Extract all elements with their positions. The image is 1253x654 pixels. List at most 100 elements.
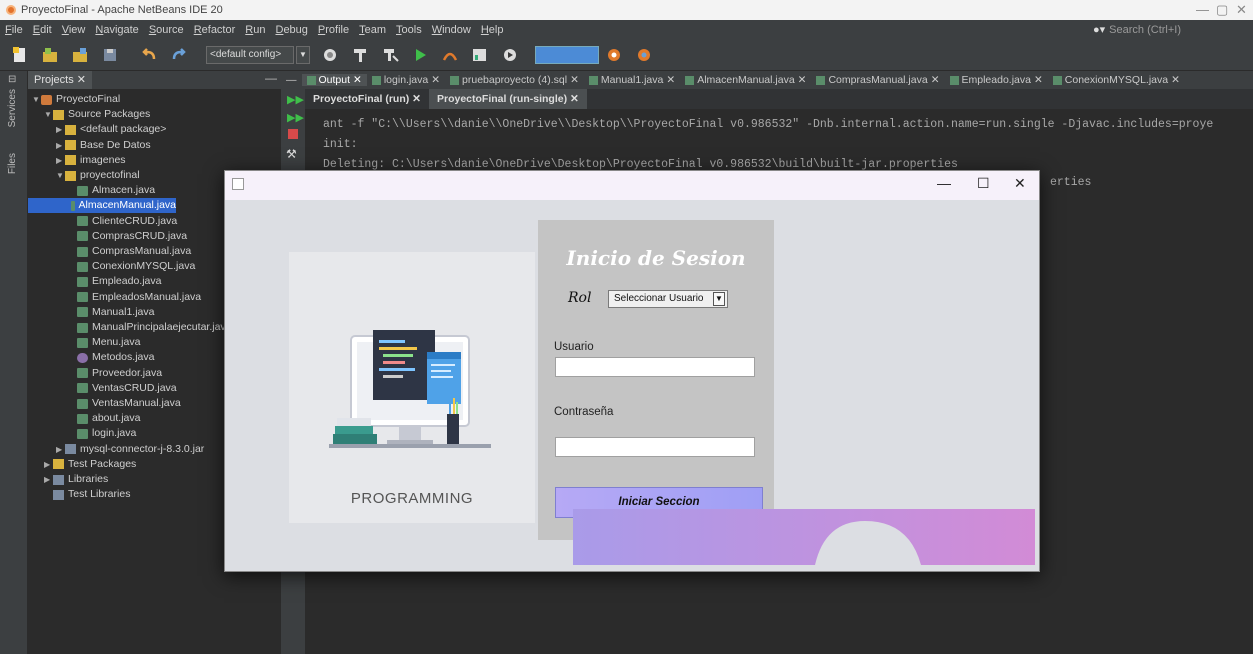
tree-item[interactable]: EmpleadosManual.java — [68, 290, 201, 305]
open-project-icon[interactable] — [70, 45, 90, 65]
save-all-icon[interactable] — [100, 45, 120, 65]
close-tab-icon[interactable]: ✕ — [431, 74, 440, 86]
editor-tab[interactable]: Manual1.java ✕ — [584, 74, 680, 86]
editor-tab[interactable]: login.java ✕ — [367, 74, 445, 86]
config-dropdown-icon[interactable]: ▼ — [296, 45, 310, 64]
tree-item[interactable]: ▶ Base De Datos — [56, 138, 151, 153]
tree-item[interactable]: ▶ mysql-connector-j-8.3.0.jar — [56, 442, 204, 457]
rerun-icon[interactable]: ▶▶ — [287, 93, 304, 106]
dialog-close-icon[interactable]: ✕ — [1014, 175, 1026, 192]
restore-icon[interactable]: ▢ — [1216, 2, 1228, 18]
output-tab-run[interactable]: ProyectoFinal (run) ✕ — [305, 89, 429, 109]
tree-item[interactable]: Test Libraries — [44, 487, 130, 502]
password-input[interactable] — [555, 437, 755, 457]
gc-secondary-icon[interactable] — [634, 45, 654, 65]
menu-edit[interactable]: Edit — [28, 24, 57, 36]
tree-item[interactable]: ClienteCRUD.java — [68, 214, 177, 229]
close-tab-icon[interactable]: ✕ — [798, 74, 807, 86]
tree-item[interactable]: ▶ <default package> — [56, 122, 166, 137]
profile-icon[interactable] — [470, 45, 490, 65]
menu-run[interactable]: Run — [240, 24, 270, 36]
menu-team[interactable]: Team — [354, 24, 391, 36]
tree-caret-icon[interactable]: ▶ — [56, 138, 65, 153]
editor-tab[interactable]: AlmacenManual.java ✕ — [680, 74, 811, 86]
menu-navigate[interactable]: Navigate — [90, 24, 143, 36]
stop-icon[interactable] — [288, 129, 298, 139]
tree-caret-icon[interactable]: ▼ — [32, 92, 41, 107]
layout-icon[interactable]: ⊟ — [8, 74, 16, 85]
chevron-down-icon[interactable]: ▼ — [713, 292, 725, 306]
close-tab-icon[interactable]: ✕ — [666, 74, 675, 86]
close-tab-icon[interactable]: ✕ — [1171, 74, 1180, 86]
tree-item[interactable]: ▶ Test Packages — [44, 457, 136, 472]
menu-tools[interactable]: Tools — [391, 24, 427, 36]
tree-item[interactable]: Metodos.java — [68, 350, 154, 365]
tree-item[interactable]: ▼ ProyectoFinal — [32, 92, 120, 107]
tree-caret-icon[interactable]: ▼ — [56, 168, 65, 183]
rerun-with-params-icon[interactable]: ▶▶ — [287, 111, 304, 124]
menu-view[interactable]: View — [57, 24, 91, 36]
menu-window[interactable]: Window — [427, 24, 476, 36]
menu-profile[interactable]: Profile — [313, 24, 354, 36]
config-select[interactable]: <default config> — [206, 45, 294, 64]
files-tab[interactable]: Files — [7, 153, 18, 174]
tree-item[interactable]: ▶ imagenes — [56, 153, 126, 168]
rol-select[interactable]: Seleccionar Usuario ▼ — [608, 290, 728, 308]
tree-item[interactable]: ▼ proyectofinal — [56, 168, 140, 183]
tree-caret-icon[interactable]: ▶ — [56, 153, 65, 168]
editor-tab[interactable]: Empleado.java ✕ — [945, 74, 1048, 86]
new-file-icon[interactable] — [10, 45, 30, 65]
services-tab[interactable]: Services — [7, 89, 18, 127]
tree-item[interactable]: VentasManual.java — [68, 396, 181, 411]
memory-indicator[interactable] — [535, 45, 599, 64]
search-box[interactable]: ●▾ Search (Ctrl+I) — [1093, 21, 1253, 38]
projects-tab[interactable]: Projects ✕ — [28, 71, 93, 89]
apply-code-changes-icon[interactable] — [500, 45, 520, 65]
dialog-maximize-icon[interactable]: ☐ — [977, 175, 990, 192]
menu-debug[interactable]: Debug — [270, 24, 312, 36]
settings-icon[interactable]: ⚒ — [286, 147, 297, 161]
tree-item[interactable]: Menu.java — [68, 335, 140, 350]
debug-icon[interactable] — [440, 45, 460, 65]
globe-icon[interactable] — [320, 45, 340, 65]
dialog-minimize-icon[interactable]: — — [937, 175, 951, 191]
tree-caret-icon[interactable]: ▶ — [44, 457, 53, 472]
run-icon[interactable] — [410, 45, 430, 65]
tree-item[interactable]: Almacen.java — [68, 183, 155, 198]
tree-item[interactable]: ComprasManual.java — [68, 244, 191, 259]
undo-icon[interactable] — [139, 45, 159, 65]
tree-item[interactable]: VentasCRUD.java — [68, 381, 177, 396]
close-tab-icon[interactable]: ✕ — [931, 74, 940, 86]
output-tab-run-single[interactable]: ProyectoFinal (run-single) ✕ — [428, 89, 587, 109]
tree-caret-icon[interactable]: ▼ — [44, 107, 53, 122]
usuario-input[interactable] — [555, 357, 755, 377]
tree-caret-icon[interactable]: ▶ — [44, 472, 53, 487]
tree-item[interactable]: ▼ Source Packages — [44, 107, 150, 122]
tree-item[interactable]: ManualPrincipalaejecutar.java — [68, 320, 232, 335]
redo-icon[interactable] — [169, 45, 189, 65]
tree-caret-icon[interactable]: ▶ — [56, 122, 65, 137]
menu-refactor[interactable]: Refactor — [189, 24, 241, 36]
tree-item[interactable]: ConexionMYSQL.java — [68, 259, 195, 274]
tree-caret-icon[interactable]: ▶ — [56, 442, 65, 457]
editor-tab[interactable]: Output ✕ — [301, 74, 367, 86]
menu-help[interactable]: Help — [476, 24, 509, 36]
tree-item[interactable]: login.java — [68, 426, 136, 441]
close-tab-icon[interactable]: ✕ — [570, 74, 579, 86]
close-icon[interactable]: ✕ — [1236, 2, 1247, 18]
minimize-icon[interactable]: — — [1196, 2, 1209, 17]
tree-item[interactable]: ▶ Libraries — [44, 472, 108, 487]
gc-icon[interactable] — [604, 45, 624, 65]
close-tab-icon[interactable]: ✕ — [353, 74, 362, 86]
editor-tab[interactable]: ComprasManual.java ✕ — [811, 74, 944, 86]
clean-build-icon[interactable] — [380, 45, 400, 65]
menu-source[interactable]: Source — [144, 24, 189, 36]
tree-item[interactable]: ComprasCRUD.java — [68, 229, 187, 244]
menu-file[interactable]: File — [0, 24, 28, 36]
tree-item[interactable]: about.java — [68, 411, 140, 426]
editor-tab[interactable]: ConexionMYSQL.java ✕ — [1048, 74, 1185, 86]
editor-tab[interactable]: pruebaproyecto (4).sql ✕ — [445, 74, 584, 86]
minimize-editor-icon[interactable]: — — [281, 74, 302, 86]
tree-item[interactable]: Manual1.java — [68, 305, 154, 320]
tree-item[interactable]: Empleado.java — [68, 274, 161, 289]
